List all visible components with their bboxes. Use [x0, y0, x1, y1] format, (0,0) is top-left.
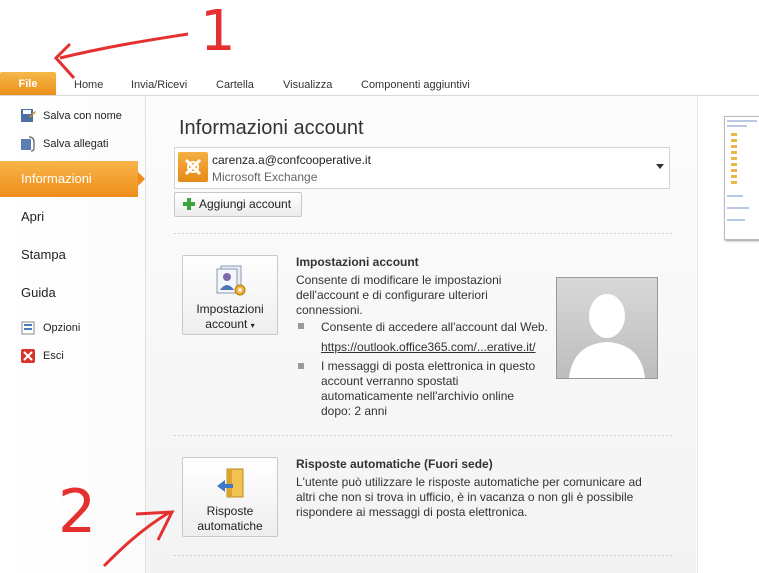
tab-view[interactable]: Visualizza: [283, 76, 332, 94]
auto-reply-icon: [217, 468, 244, 498]
section-divider: [174, 435, 672, 436]
section-divider: [174, 555, 672, 556]
nav-save-as-label: Salva con nome: [43, 110, 122, 122]
auto-replies-desc-1: L'utente può utilizzare le risposte auto…: [296, 475, 642, 489]
archive-text-1: I messaggi di posta elettronica in quest…: [321, 359, 536, 373]
exchange-icon: [178, 152, 208, 182]
nav-options-label: Opzioni: [43, 322, 81, 334]
account-settings-title: Impostazioni account: [296, 255, 419, 269]
auto-replies-label-2: automatiche: [197, 519, 263, 533]
account-type: Microsoft Exchange: [212, 170, 318, 184]
window-thumbnail: [724, 116, 759, 240]
exit-icon: [21, 349, 35, 363]
tab-folder[interactable]: Cartella: [216, 76, 254, 94]
bullet-marker: [298, 323, 304, 329]
nav-save-attachments-label: Salva allegati: [43, 138, 109, 150]
account-settings-desc-2: dell'account e di configurare ulteriori: [296, 288, 488, 302]
archive-text-4: dopo: 2 anni: [321, 404, 388, 418]
user-photo[interactable]: [556, 277, 658, 379]
nav-exit-label: Esci: [43, 350, 64, 362]
account-email: carenza.a@confcooperative.it: [212, 153, 371, 167]
plus-icon: [183, 198, 195, 210]
options-icon: [21, 321, 35, 335]
tab-send-receive[interactable]: Invia/Ricevi: [131, 76, 187, 94]
tab-home[interactable]: Home: [74, 76, 103, 94]
auto-replies-button[interactable]: Risposte automatiche: [182, 457, 278, 537]
account-settings-desc-1: Consente di modificare le impostazioni: [296, 273, 502, 287]
chevron-down-icon[interactable]: [656, 164, 664, 169]
person-silhouette-icon: [569, 294, 645, 378]
page-title: Informazioni account: [179, 117, 364, 139]
nav-open[interactable]: Apri: [21, 207, 44, 227]
account-settings-label-1: Impostazioni: [196, 302, 264, 316]
auto-replies-desc-3: rispondere ai messaggi di posta elettron…: [296, 505, 528, 519]
add-account-button[interactable]: Aggiungi account: [174, 192, 302, 217]
auto-replies-desc-2: altri che non si trova in ufficio, è in …: [296, 490, 634, 504]
account-settings-button[interactable]: Impostazioni account ▾: [182, 255, 278, 335]
save-attachments-icon: [21, 136, 35, 152]
nav-print[interactable]: Stampa: [21, 245, 66, 265]
auto-replies-label-1: Risposte: [206, 504, 254, 518]
add-account-label: Aggiungi account: [199, 197, 292, 211]
archive-text-3: automaticamente nell'archivio online: [321, 389, 515, 403]
account-settings-label-2: account ▾: [205, 317, 255, 331]
ribbon-tab-bar: File Home Invia/Ricevi Cartella Visualiz…: [0, 72, 759, 96]
bullet-marker: [298, 363, 304, 369]
account-settings-icon: [216, 265, 246, 296]
save-as-icon: [21, 109, 36, 122]
web-access-text: Consente di accedere all'account dal Web…: [321, 320, 548, 334]
auto-replies-title: Risposte automatiche (Fuori sede): [296, 457, 493, 471]
owa-link[interactable]: https://outlook.office365.com/...erative…: [321, 340, 536, 355]
account-selector[interactable]: carenza.a@confcooperative.it Microsoft E…: [174, 147, 670, 189]
archive-text-2: account verranno spostati: [321, 374, 459, 388]
section-divider: [174, 233, 672, 234]
nav-info[interactable]: Informazioni: [21, 169, 92, 189]
account-settings-desc-3: connessioni.: [296, 303, 363, 317]
tab-file[interactable]: File: [0, 72, 56, 96]
nav-help[interactable]: Guida: [21, 283, 56, 303]
tab-add-ins[interactable]: Componenti aggiuntivi: [361, 76, 470, 94]
